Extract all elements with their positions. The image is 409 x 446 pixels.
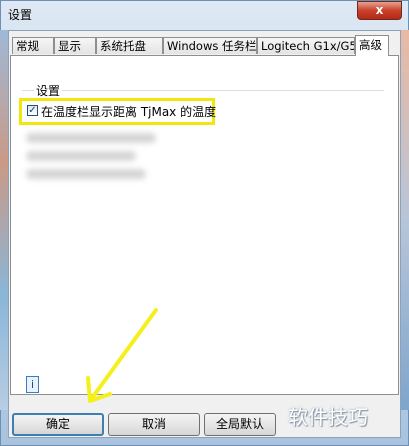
tab-advanced[interactable]: 高级 [355,35,389,56]
yellow-arrow-icon [86,308,158,403]
watermark-text: 软件技巧 [288,405,368,429]
